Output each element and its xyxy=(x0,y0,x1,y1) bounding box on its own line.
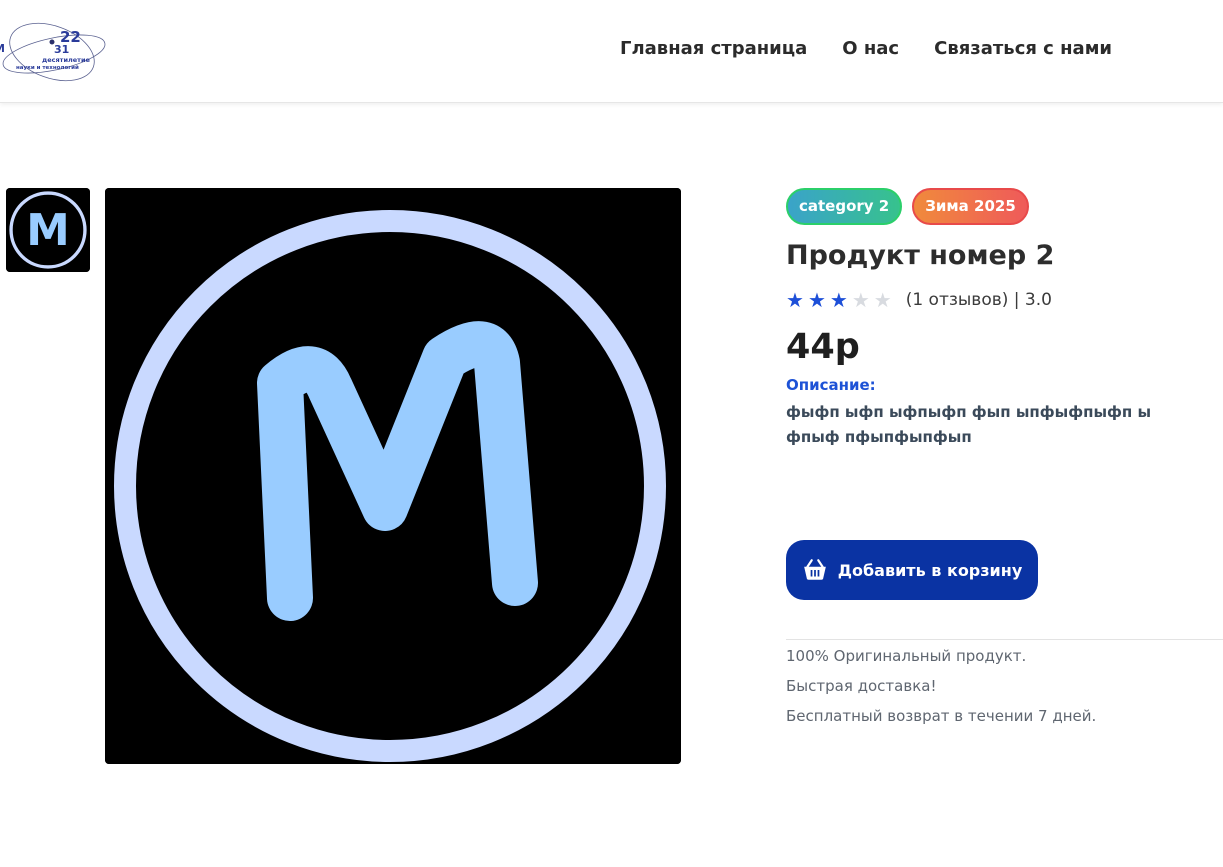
category-badge[interactable]: category 2 xyxy=(786,188,903,225)
nav-link-about[interactable]: О нас xyxy=(842,38,899,59)
product-badges: category 2 Зима 2025 xyxy=(786,188,1223,225)
season-badge[interactable]: Зима 2025 xyxy=(912,188,1029,225)
product-thumbnail-image: M xyxy=(6,188,90,272)
logo-graphic: М 22 31 десятилетие науки и технологий xyxy=(0,22,106,82)
add-to-cart-button[interactable]: Добавить в корзину xyxy=(786,540,1038,600)
star-empty-icon: ★ xyxy=(851,288,870,312)
site-header: М 22 31 десятилетие науки и технологий Г… xyxy=(0,0,1223,103)
shopping-basket-icon xyxy=(803,559,826,580)
product-rating: ★ ★ ★ ★ ★ (1 отзывов) | 3.0 xyxy=(786,288,1223,312)
product-price: 44р xyxy=(786,327,860,367)
star-filled-icon: ★ xyxy=(829,288,848,312)
description-label: Описание: xyxy=(786,376,876,394)
svg-text:M: M xyxy=(26,205,69,256)
rating-stars: ★ ★ ★ ★ ★ xyxy=(786,290,892,310)
product-info: category 2 Зима 2025 Продукт номер 2 ★ ★ ★… xyxy=(786,188,1223,725)
feature-item: Бесплатный возврат в течении 7 дней. xyxy=(786,707,1097,725)
product-thumbnail[interactable]: M xyxy=(6,188,90,272)
divider xyxy=(786,639,1223,640)
add-to-cart-label: Добавить в корзину xyxy=(837,560,1023,580)
star-empty-icon: ★ xyxy=(873,288,892,312)
svg-text:М: М xyxy=(0,42,5,55)
nav-link-home[interactable]: Главная страница xyxy=(620,38,807,59)
product-image-graphic xyxy=(105,188,681,764)
svg-text:десятилетие: десятилетие xyxy=(42,56,90,64)
svg-text:31: 31 xyxy=(54,43,69,56)
reviews-count[interactable]: (1 отзывов) | 3.0 xyxy=(906,290,1052,310)
feature-item: Быстрая доставка! xyxy=(786,677,937,695)
star-filled-icon: ★ xyxy=(786,288,804,312)
product-title: Продукт номер 2 xyxy=(786,240,1055,271)
product-main-image[interactable] xyxy=(105,188,681,764)
main-nav: Главная страница О нас Связаться с нами xyxy=(620,38,1112,59)
feature-item: 100% Оригинальный продукт. xyxy=(786,647,1027,665)
svg-text:науки и технологий: науки и технологий xyxy=(16,64,79,71)
site-logo[interactable]: М 22 31 десятилетие науки и технологий xyxy=(0,14,108,86)
product-features: 100% Оригинальный продукт. Быстрая доста… xyxy=(786,644,1096,734)
nav-link-contact[interactable]: Связаться с нами xyxy=(934,38,1112,59)
product-description: фыфп ыфп ыфпыфп фып ыпфыфпыфп ы фпыф пфы… xyxy=(786,403,1152,446)
star-filled-icon: ★ xyxy=(807,288,826,312)
